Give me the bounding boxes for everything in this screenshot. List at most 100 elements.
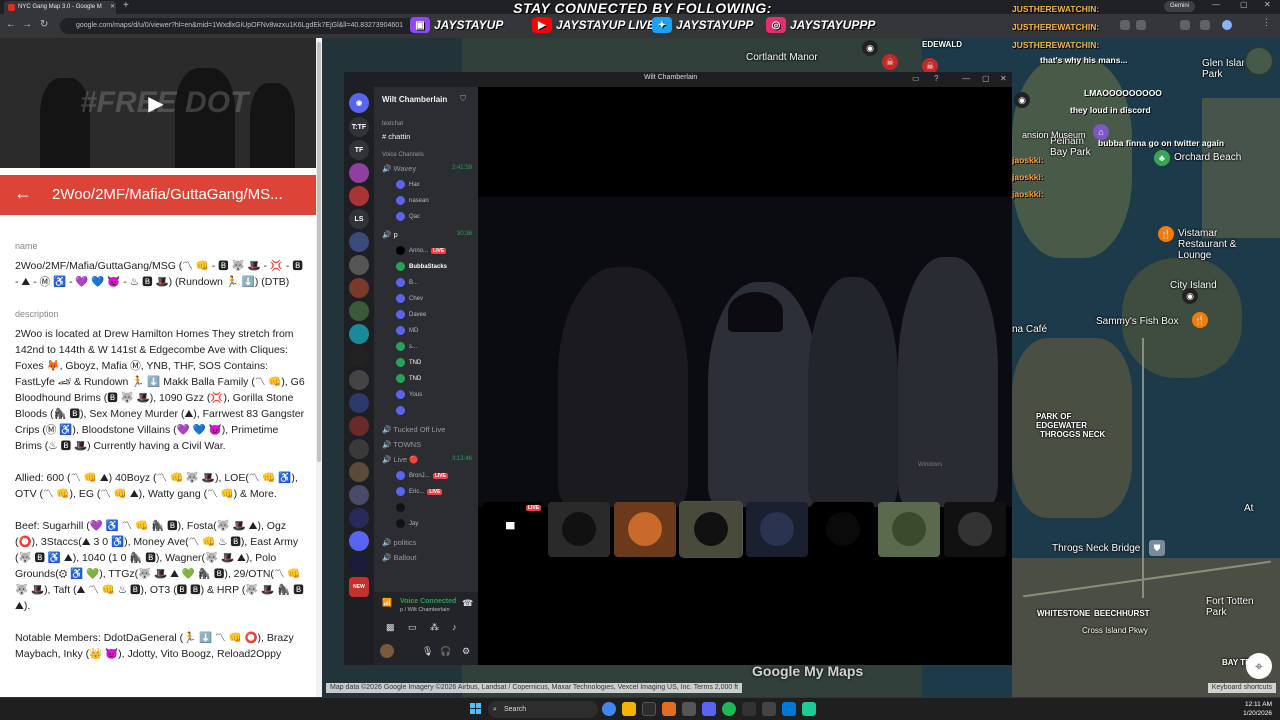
new-tab-icon[interactable]: +: [123, 0, 129, 11]
discord-icon[interactable]: [702, 702, 716, 716]
server-icon[interactable]: [349, 186, 369, 206]
participant-tile[interactable]: [878, 502, 940, 557]
server-icon[interactable]: [349, 531, 369, 551]
close-window-icon[interactable]: ✕: [1264, 0, 1271, 9]
server-icon[interactable]: [349, 278, 369, 298]
voice-user[interactable]: s...: [396, 342, 417, 351]
activities-icon[interactable]: ⁂: [430, 622, 439, 633]
disconnect-icon[interactable]: ☎: [462, 598, 473, 609]
gemini-button[interactable]: Gemini: [1164, 1, 1196, 12]
help-icon[interactable]: ?: [934, 74, 938, 83]
discord-home-icon[interactable]: ◉: [349, 93, 369, 113]
server-icon[interactable]: [349, 255, 369, 275]
server-icon[interactable]: [349, 347, 369, 367]
category-voice[interactable]: Voice Channels: [382, 152, 424, 158]
soundboard-icon[interactable]: ♪: [452, 622, 457, 632]
browser-tab[interactable]: NYC Gang Map 3.0 - Google M ✕: [4, 1, 116, 14]
participant-tile[interactable]: [944, 502, 1006, 557]
headphones-icon[interactable]: 🎧: [440, 646, 451, 657]
voice-user[interactable]: Jay: [396, 519, 418, 528]
gang-marker-icon[interactable]: ☠: [882, 54, 898, 70]
participant-tile[interactable]: ▀ LIVE: [482, 502, 544, 557]
server-icon[interactable]: [349, 554, 369, 574]
profile-avatar-icon[interactable]: [1222, 20, 1232, 30]
close-window-icon[interactable]: ✕: [1000, 74, 1007, 83]
app-icon[interactable]: [742, 702, 756, 716]
terminal-icon[interactable]: [642, 702, 656, 716]
voice-channel-towns[interactable]: 🔊 TOWNS: [382, 440, 421, 449]
voice-user[interactable]: Anno... LIVE: [396, 246, 447, 255]
voice-user[interactable]: Hax: [396, 180, 420, 189]
system-clock[interactable]: 12:11 AM 1/20/2026: [1243, 700, 1272, 718]
voice-user[interactable]: TND: [396, 374, 421, 383]
voice-channel-ballout[interactable]: 🔊 Ballout: [382, 553, 416, 562]
file-explorer-icon[interactable]: [622, 702, 636, 716]
signal-icon[interactable]: 📶: [382, 598, 392, 607]
voice-channel-wavey[interactable]: 🔊 Wavey: [382, 164, 416, 173]
inbox-icon[interactable]: ▭: [912, 74, 920, 83]
server-icon[interactable]: [349, 508, 369, 528]
add-member-icon[interactable]: ⛉: [460, 94, 466, 104]
voice-user[interactable]: B...: [396, 278, 418, 287]
restaurant-pin-icon[interactable]: 🍴: [1192, 312, 1208, 328]
server-icon[interactable]: LS: [349, 209, 369, 229]
voice-user[interactable]: nasean: [396, 196, 429, 205]
server-icon[interactable]: [349, 370, 369, 390]
my-location-button[interactable]: ⌖: [1246, 653, 1272, 679]
video-thumbnail[interactable]: #FREE DOT ▶: [0, 38, 316, 168]
server-name[interactable]: Wilt Chamberlain: [382, 95, 447, 104]
server-icon[interactable]: [349, 232, 369, 252]
app-icon[interactable]: [782, 702, 796, 716]
address-bar[interactable]: google.com/maps/d/u/0/viewer?hl=en&mid=1…: [60, 18, 420, 34]
minimize-icon[interactable]: —: [962, 74, 970, 83]
voice-user[interactable]: TND: [396, 358, 421, 367]
spotify-icon[interactable]: [722, 702, 736, 716]
app-icon[interactable]: [662, 702, 676, 716]
voice-user[interactable]: [396, 406, 409, 415]
voice-user[interactable]: Yous: [396, 390, 422, 399]
voice-channel-tucked-off-live[interactable]: 🔊 Tucked Off Live: [382, 425, 445, 434]
voice-user[interactable]: Eric... LIVE: [396, 487, 443, 496]
voice-user[interactable]: Qac: [396, 212, 420, 221]
participant-tile[interactable]: [614, 502, 676, 557]
participant-tile[interactable]: [679, 501, 743, 558]
chrome-icon[interactable]: [602, 702, 616, 716]
settings-gear-icon[interactable]: ⚙: [462, 646, 470, 657]
channel-chattin[interactable]: # chattin: [382, 132, 410, 141]
stream-video[interactable]: Windows: [478, 197, 1012, 507]
extensions-puzzle-icon[interactable]: [1180, 20, 1190, 30]
avatar[interactable]: [380, 644, 394, 658]
app-icon[interactable]: [802, 702, 816, 716]
voice-channel-p[interactable]: 🔊 p: [382, 230, 398, 239]
server-icon[interactable]: [349, 393, 369, 413]
camera-pin-icon[interactable]: ◉: [862, 40, 878, 56]
voice-user[interactable]: Davee: [396, 310, 426, 319]
voice-channel-live[interactable]: 🔊 Live 🔴: [382, 455, 419, 464]
server-icon[interactable]: [349, 416, 369, 436]
windows-start-icon[interactable]: [470, 703, 482, 715]
reload-icon[interactable]: ↻: [40, 19, 48, 30]
camera-pin-icon[interactable]: ◉: [1182, 288, 1198, 304]
maximize-icon[interactable]: ▢: [1240, 0, 1248, 9]
taskbar-search[interactable]: ⌕ Search: [488, 701, 598, 718]
participant-tile[interactable]: [746, 502, 808, 557]
restaurant-pin-icon[interactable]: 🍴: [1158, 226, 1174, 242]
scrollbar-thumb[interactable]: [317, 42, 321, 462]
server-icon[interactable]: [349, 462, 369, 482]
keyboard-shortcuts-link[interactable]: Keyboard shortcuts: [1207, 683, 1276, 693]
server-icon[interactable]: [349, 324, 369, 344]
voice-user[interactable]: Chev: [396, 294, 423, 303]
server-icon[interactable]: [349, 163, 369, 183]
close-tab-icon[interactable]: ✕: [110, 1, 115, 14]
server-icon[interactable]: TF: [349, 140, 369, 160]
server-icon[interactable]: [349, 485, 369, 505]
voice-user[interactable]: BubbaStacks: [396, 262, 447, 271]
play-icon[interactable]: ▶: [140, 90, 172, 116]
voice-user[interactable]: MD: [396, 326, 418, 335]
server-icon[interactable]: T:TF: [349, 117, 369, 137]
server-icon[interactable]: [349, 439, 369, 459]
voice-user[interactable]: [396, 503, 409, 512]
screen-share-icon[interactable]: ▭: [408, 622, 417, 633]
category-textchat[interactable]: textchat: [382, 121, 403, 127]
back-arrow-icon[interactable]: ←: [14, 183, 32, 204]
